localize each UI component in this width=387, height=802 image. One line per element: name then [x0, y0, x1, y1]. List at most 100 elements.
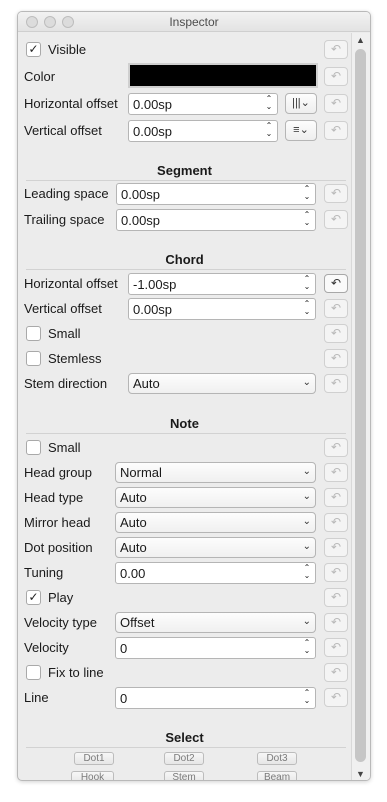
tuning-input[interactable]: 0.00 ⌃ ⌄ — [115, 562, 316, 584]
head-type-reset-button[interactable]: ↶ — [324, 488, 348, 507]
vertical-scrollbar[interactable]: ▲ ▼ — [351, 33, 370, 780]
stemless-reset-button[interactable]: ↶ — [324, 349, 348, 368]
spinner-arrows-icon[interactable]: ⌃ ⌄ — [302, 211, 312, 229]
select-dot3-button[interactable]: Dot3 — [257, 752, 297, 765]
chord-small-reset-button[interactable]: ↶ — [324, 324, 348, 343]
reset-arrow-icon: ↶ — [330, 351, 342, 365]
line-reset-button[interactable]: ↶ — [324, 688, 348, 707]
select-hook-button[interactable]: Hook — [71, 771, 114, 780]
stemless-row: Stemless ↶ — [18, 347, 351, 371]
dot-position-label: Dot position — [24, 540, 93, 555]
select-dot1-button[interactable]: Dot1 — [74, 752, 114, 765]
select-stem-button[interactable]: Stem — [164, 771, 204, 780]
velocity-value: 0 — [120, 641, 128, 656]
tuning-value: 0.00 — [120, 566, 146, 581]
spinner-arrows-icon[interactable]: ⌃ ⌄ — [264, 95, 274, 113]
fix-to-line-row: Fix to line ↶ — [18, 661, 351, 685]
velocity-row: Velocity 0 ⌃ ⌄ ↶ — [18, 636, 351, 660]
chord-h-offset-label: Horizontal offset — [24, 276, 118, 291]
play-reset-button[interactable]: ↶ — [324, 588, 348, 607]
color-reset-button[interactable]: ↶ — [324, 67, 348, 86]
head-type-value: Auto — [120, 490, 147, 505]
v-offset-reset-button[interactable]: ↶ — [324, 121, 348, 140]
scroll-down-arrow-icon[interactable]: ▼ — [356, 769, 365, 779]
reset-arrow-icon: ↶ — [330, 440, 342, 454]
head-group-reset-button[interactable]: ↶ — [324, 463, 348, 482]
scrollbar-thumb[interactable] — [355, 49, 366, 762]
v-offset-input[interactable]: 0.00sp ⌃ ⌄ — [128, 120, 278, 142]
note-small-label: Small — [48, 440, 81, 455]
chord-v-offset-reset-button[interactable]: ↶ — [324, 299, 348, 318]
fix-to-line-label: Fix to line — [48, 665, 104, 680]
spinner-arrows-icon[interactable]: ⌃ ⌄ — [302, 275, 312, 293]
mirror-head-select[interactable]: Auto ⌄ — [115, 512, 316, 533]
stem-direction-select[interactable]: Auto ⌄ — [128, 373, 316, 394]
spinner-arrows-icon[interactable]: ⌃ ⌄ — [302, 564, 312, 582]
leading-space-reset-button[interactable]: ↶ — [324, 184, 348, 203]
visible-checkbox[interactable]: ✓ — [26, 42, 41, 57]
h-offset-reset-button[interactable]: ↶ — [324, 94, 348, 113]
spinner-arrows-icon[interactable]: ⌃ ⌄ — [302, 639, 312, 657]
chord-section-title: Chord — [165, 252, 204, 267]
velocity-type-label: Velocity type — [24, 615, 97, 630]
title-bar: Inspector — [18, 12, 370, 32]
mirror-head-reset-button[interactable]: ↶ — [324, 513, 348, 532]
reset-arrow-icon: ↶ — [330, 590, 342, 604]
spinner-arrows-icon[interactable]: ⌃ ⌄ — [264, 122, 274, 140]
velocity-type-reset-button[interactable]: ↶ — [324, 613, 348, 632]
select-beam-button[interactable]: Beam — [257, 771, 297, 780]
velocity-reset-button[interactable]: ↶ — [324, 638, 348, 657]
color-swatch[interactable] — [128, 63, 318, 88]
leading-space-input[interactable]: 0.00sp ⌃ ⌄ — [116, 183, 316, 205]
reset-arrow-icon: ↶ — [330, 326, 342, 340]
dot-position-reset-button[interactable]: ↶ — [324, 538, 348, 557]
scroll-up-arrow-icon[interactable]: ▲ — [356, 35, 365, 45]
velocity-input[interactable]: 0 ⌃ ⌄ — [115, 637, 316, 659]
v-offset-label: Vertical offset — [24, 123, 102, 138]
vertical-bars-icon: |||⌄ — [292, 97, 310, 109]
note-small-checkbox[interactable] — [26, 440, 41, 455]
stem-direction-label: Stem direction — [24, 376, 108, 391]
tuning-reset-button[interactable]: ↶ — [324, 563, 348, 582]
dot-position-select[interactable]: Auto ⌄ — [115, 537, 316, 558]
chord-v-offset-input[interactable]: 0.00sp ⌃ ⌄ — [128, 298, 316, 320]
select-dot2-button[interactable]: Dot2 — [164, 752, 204, 765]
horizontal-lines-icon: ≡⌄ — [293, 124, 309, 136]
play-checkbox[interactable]: ✓ — [26, 590, 41, 605]
visible-reset-button[interactable]: ↶ — [324, 40, 348, 59]
head-group-row: Head group Normal ⌄ ↶ — [18, 461, 351, 485]
chevron-down-icon: ⌄ — [302, 466, 311, 477]
trailing-space-input[interactable]: 0.00sp ⌃ ⌄ — [116, 209, 316, 231]
vertical-align-icon-button[interactable]: ≡⌄ — [285, 120, 317, 141]
stem-direction-reset-button[interactable]: ↶ — [324, 374, 348, 393]
line-value: 0 — [120, 691, 128, 706]
head-type-select[interactable]: Auto ⌄ — [115, 487, 316, 508]
note-small-row: Small ↶ — [18, 436, 351, 460]
trailing-space-row: Trailing space 0.00sp ⌃ ⌄ ↶ — [18, 208, 351, 232]
horizontal-align-icon-button[interactable]: |||⌄ — [285, 93, 317, 114]
chord-h-offset-value: -1.00sp — [133, 277, 177, 292]
chord-small-checkbox[interactable] — [26, 326, 41, 341]
mirror-head-value: Auto — [120, 515, 147, 530]
line-label: Line — [24, 690, 49, 705]
chord-v-offset-row: Vertical offset 0.00sp ⌃ ⌄ ↶ — [18, 297, 351, 321]
head-group-select[interactable]: Normal ⌄ — [115, 462, 316, 483]
chord-h-offset-input[interactable]: -1.00sp ⌃ ⌄ — [128, 273, 316, 295]
velocity-type-value: Offset — [120, 615, 155, 630]
stemless-checkbox[interactable] — [26, 351, 41, 366]
spinner-arrows-icon[interactable]: ⌃ ⌄ — [302, 185, 312, 203]
velocity-type-select[interactable]: Offset ⌄ — [115, 612, 316, 633]
fix-to-line-checkbox[interactable] — [26, 665, 41, 680]
line-input[interactable]: 0 ⌃ ⌄ — [115, 687, 316, 709]
spinner-arrows-icon[interactable]: ⌃ ⌄ — [302, 300, 312, 318]
chord-small-row: Small ↶ — [18, 322, 351, 346]
fix-to-line-reset-button[interactable]: ↶ — [324, 663, 348, 682]
note-small-reset-button[interactable]: ↶ — [324, 438, 348, 457]
reset-arrow-icon: ↶ — [330, 465, 342, 479]
segment-section-title: Segment — [157, 163, 212, 178]
chord-h-offset-reset-button[interactable]: ↶ — [324, 274, 348, 293]
spinner-arrows-icon[interactable]: ⌃ ⌄ — [302, 689, 312, 707]
h-offset-input[interactable]: 0.00sp ⌃ ⌄ — [128, 93, 278, 115]
trailing-space-reset-button[interactable]: ↶ — [324, 210, 348, 229]
chevron-down-icon: ⌄ — [302, 541, 311, 552]
